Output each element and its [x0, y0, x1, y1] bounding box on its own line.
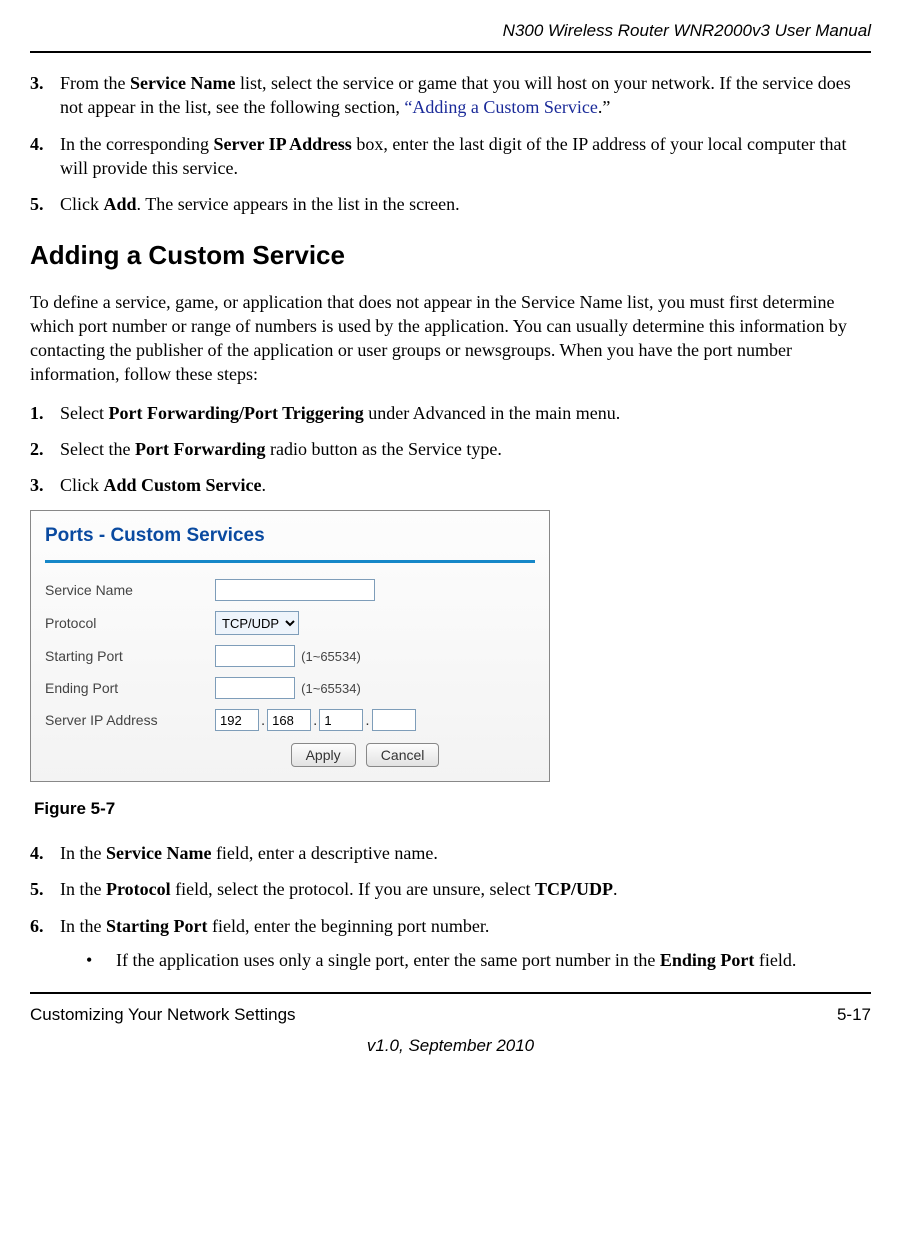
ip-separator: . [365, 712, 369, 729]
step-number: 5. [30, 877, 60, 901]
mid-steps-list: 1. Select Port Forwarding/Port Triggerin… [30, 401, 871, 498]
list-item: 6. In the Starting Port field, enter the… [30, 914, 871, 973]
panel-divider [45, 560, 535, 563]
step-number: 2. [30, 437, 60, 461]
footer-section-name: Customizing Your Network Settings [30, 1004, 296, 1027]
ending-port-input[interactable] [215, 677, 295, 699]
bold-text: Protocol [106, 879, 171, 899]
footer-row: Customizing Your Network Settings 5-17 [30, 1004, 871, 1027]
label-service-name: Service Name [45, 581, 215, 600]
ip-octet-1-input[interactable] [215, 709, 259, 731]
section-heading-adding-custom-service: Adding a Custom Service [30, 238, 871, 273]
list-item: 1. Select Port Forwarding/Port Triggerin… [30, 401, 871, 425]
row-starting-port: Starting Port (1~65534) [45, 645, 535, 667]
bold-text: Add Custom Service [104, 475, 262, 495]
step-number: 3. [30, 473, 60, 497]
row-ending-port: Ending Port (1~65534) [45, 677, 535, 699]
step-number: 4. [30, 841, 60, 865]
list-item: 5. In the Protocol field, select the pro… [30, 877, 871, 901]
bold-text: Service Name [130, 73, 235, 93]
list-item: 4. In the corresponding Server IP Addres… [30, 132, 871, 181]
bold-text: Port Forwarding/Port Triggering [108, 403, 363, 423]
label-starting-port: Starting Port [45, 647, 215, 666]
button-row: Apply Cancel [45, 743, 535, 767]
row-protocol: Protocol TCP/UDP [45, 611, 535, 635]
ip-separator: . [313, 712, 317, 729]
cancel-button[interactable]: Cancel [366, 743, 440, 767]
service-name-input[interactable] [215, 579, 375, 601]
bottom-steps-list: 4. In the Service Name field, enter a de… [30, 841, 871, 972]
step-number: 1. [30, 401, 60, 425]
step-content: Click Add. The service appears in the li… [60, 192, 871, 216]
step-number: 4. [30, 132, 60, 181]
step-content-with-sub: In the Starting Port field, enter the be… [60, 914, 871, 973]
step-number: 3. [30, 71, 60, 120]
label-server-ip: Server IP Address [45, 711, 215, 730]
row-server-ip: Server IP Address ... [45, 709, 535, 731]
step-content: In the Service Name field, enter a descr… [60, 841, 871, 865]
section-intro: To define a service, game, or applicatio… [30, 290, 871, 387]
list-item: 2. Select the Port Forwarding radio butt… [30, 437, 871, 461]
step-number: 6. [30, 914, 60, 973]
port-range-hint: (1~65534) [301, 649, 361, 664]
bold-text: TCP/UDP [535, 879, 613, 899]
starting-port-input[interactable] [215, 645, 295, 667]
footer-version: v1.0, September 2010 [30, 1035, 871, 1058]
page-header-title: N300 Wireless Router WNR2000v3 User Manu… [30, 20, 871, 43]
list-item: 4. In the Service Name field, enter a de… [30, 841, 871, 865]
step-content: Select the Port Forwarding radio button … [60, 437, 871, 461]
list-item: 3. From the Service Name list, select th… [30, 71, 871, 120]
ip-separator: . [261, 712, 265, 729]
step-content: In the Protocol field, select the protoc… [60, 877, 871, 901]
step-content: In the Starting Port field, enter the be… [60, 914, 871, 938]
label-protocol: Protocol [45, 614, 215, 633]
row-service-name: Service Name [45, 579, 535, 601]
bold-text: Ending Port [660, 950, 755, 970]
panel-title: Ports - Custom Services [45, 523, 535, 549]
list-item: 3. Click Add Custom Service. [30, 473, 871, 497]
bold-text: Port Forwarding [135, 439, 265, 459]
step-content: Click Add Custom Service. [60, 473, 871, 497]
top-steps-list: 3. From the Service Name list, select th… [30, 71, 871, 216]
header-rule [30, 51, 871, 53]
ports-custom-services-panel: Ports - Custom Services Service Name Pro… [30, 510, 550, 783]
bold-text: Add [104, 194, 137, 214]
step-number: 5. [30, 192, 60, 216]
apply-button[interactable]: Apply [291, 743, 356, 767]
figure-caption: Figure 5-7 [34, 798, 871, 821]
bold-text: Service Name [106, 843, 211, 863]
cross-reference-link[interactable]: “Adding a Custom Service [404, 97, 597, 117]
bold-text: Starting Port [106, 916, 207, 936]
ip-octet-4-input[interactable] [372, 709, 416, 731]
bullet-marker: • [86, 948, 116, 972]
label-ending-port: Ending Port [45, 679, 215, 698]
bullet-item: • If the application uses only a single … [86, 948, 871, 972]
step-content: From the Service Name list, select the s… [60, 71, 871, 120]
list-item: 5. Click Add. The service appears in the… [30, 192, 871, 216]
bold-text: Server IP Address [213, 134, 351, 154]
ip-octet-3-input[interactable] [319, 709, 363, 731]
step-content: Select Port Forwarding/Port Triggering u… [60, 401, 871, 425]
ip-octet-2-input[interactable] [267, 709, 311, 731]
protocol-select[interactable]: TCP/UDP [215, 611, 299, 635]
step-content: In the corresponding Server IP Address b… [60, 132, 871, 181]
bullet-content: If the application uses only a single po… [116, 948, 796, 972]
port-range-hint: (1~65534) [301, 681, 361, 696]
footer-page-number: 5-17 [837, 1004, 871, 1027]
footer-rule [30, 992, 871, 994]
figure-5-7: Ports - Custom Services Service Name Pro… [30, 510, 871, 822]
